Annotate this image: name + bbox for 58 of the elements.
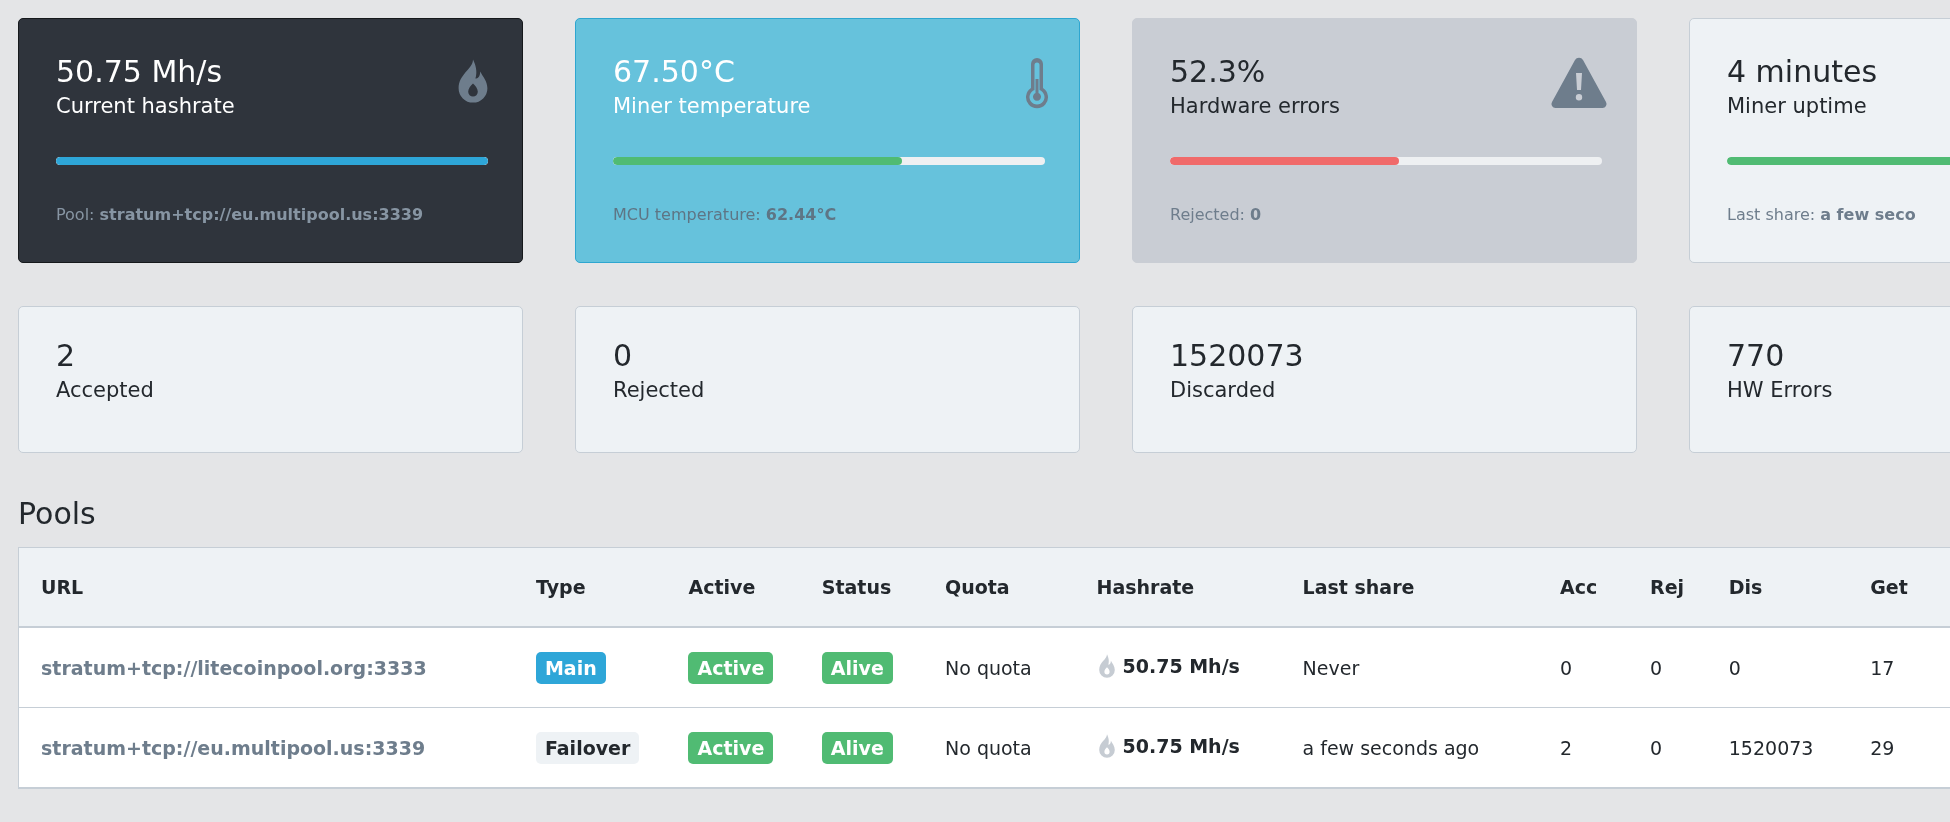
column-header: Acc xyxy=(1538,548,1628,627)
card-value: 67.50°C xyxy=(613,53,735,91)
table-cell: 0 xyxy=(1560,656,1573,679)
section-title: Pools xyxy=(18,496,96,531)
type-badge: Main xyxy=(535,651,606,684)
column-header: Dis xyxy=(1706,548,1849,627)
column-header: URL xyxy=(19,548,514,627)
table-cell: 17 xyxy=(1870,656,1895,679)
status-badge: Alive xyxy=(821,731,893,764)
stat-label: HW Errors xyxy=(1727,377,1833,404)
table-cell: 1520073 xyxy=(1728,736,1814,759)
pool-url: stratum+tcp://eu.multipool.us:3339 xyxy=(41,736,426,759)
column-header: Last share xyxy=(1280,548,1539,627)
stat-value: 770 xyxy=(1727,337,1785,375)
flame-icon xyxy=(1096,652,1117,679)
type-badge: Failover xyxy=(535,731,640,764)
card-label: Current hashrate xyxy=(56,93,235,120)
table-cell: 50.75 Mh/s xyxy=(1122,734,1240,757)
table-cell: No quota xyxy=(945,736,1032,759)
column-header: Rej xyxy=(1628,548,1707,627)
status-badge: Alive xyxy=(821,651,893,684)
card-value: 4 minutes xyxy=(1727,53,1878,91)
flame-icon xyxy=(1096,732,1117,759)
stat-value: 2 xyxy=(56,337,76,375)
column-header: Quota xyxy=(923,548,1075,627)
table-cell: a few seconds ago xyxy=(1302,736,1480,759)
stat-label: Discarded xyxy=(1170,377,1276,404)
card-label: Miner temperature xyxy=(613,93,811,120)
table-cell: No quota xyxy=(945,656,1032,679)
card-value: 50.75 Mh/s xyxy=(56,53,223,91)
card-footer: MCU temperature: 62.44°C xyxy=(613,205,837,224)
table-cell: 0 xyxy=(1728,656,1741,679)
column-header: Active xyxy=(666,548,800,627)
card-footer: Rejected: 0 xyxy=(1170,205,1262,224)
pool-url: stratum+tcp://litecoinpool.org:3333 xyxy=(41,656,427,679)
column-header: Status xyxy=(799,548,923,627)
table-cell: 0 xyxy=(1650,656,1663,679)
table-cell: Never xyxy=(1302,656,1360,679)
card-label: Hardware errors xyxy=(1170,93,1340,120)
card-footer: Last share: a few seco xyxy=(1727,205,1916,224)
stat-value: 0 xyxy=(613,337,633,375)
column-header: Get xyxy=(1848,548,1950,627)
stat-value: 1520073 xyxy=(1170,337,1304,375)
card-footer: Pool: stratum+tcp://eu.multipool.us:3339 xyxy=(56,205,424,224)
table-cell: 29 xyxy=(1870,736,1895,759)
active-badge: Active xyxy=(688,651,774,684)
card-value: 52.3% xyxy=(1170,53,1266,91)
table-cell: 0 xyxy=(1650,736,1663,759)
card-label: Miner uptime xyxy=(1727,93,1867,120)
stat-label: Rejected xyxy=(613,377,705,404)
warning-icon xyxy=(1550,57,1608,109)
column-header: Hashrate xyxy=(1074,548,1281,627)
thermometer-icon xyxy=(1023,57,1051,109)
column-header: Type xyxy=(513,548,667,627)
active-badge: Active xyxy=(688,731,774,764)
table-cell: 50.75 Mh/s xyxy=(1122,654,1240,677)
table-cell: 2 xyxy=(1560,736,1573,759)
stat-label: Accepted xyxy=(56,377,154,404)
